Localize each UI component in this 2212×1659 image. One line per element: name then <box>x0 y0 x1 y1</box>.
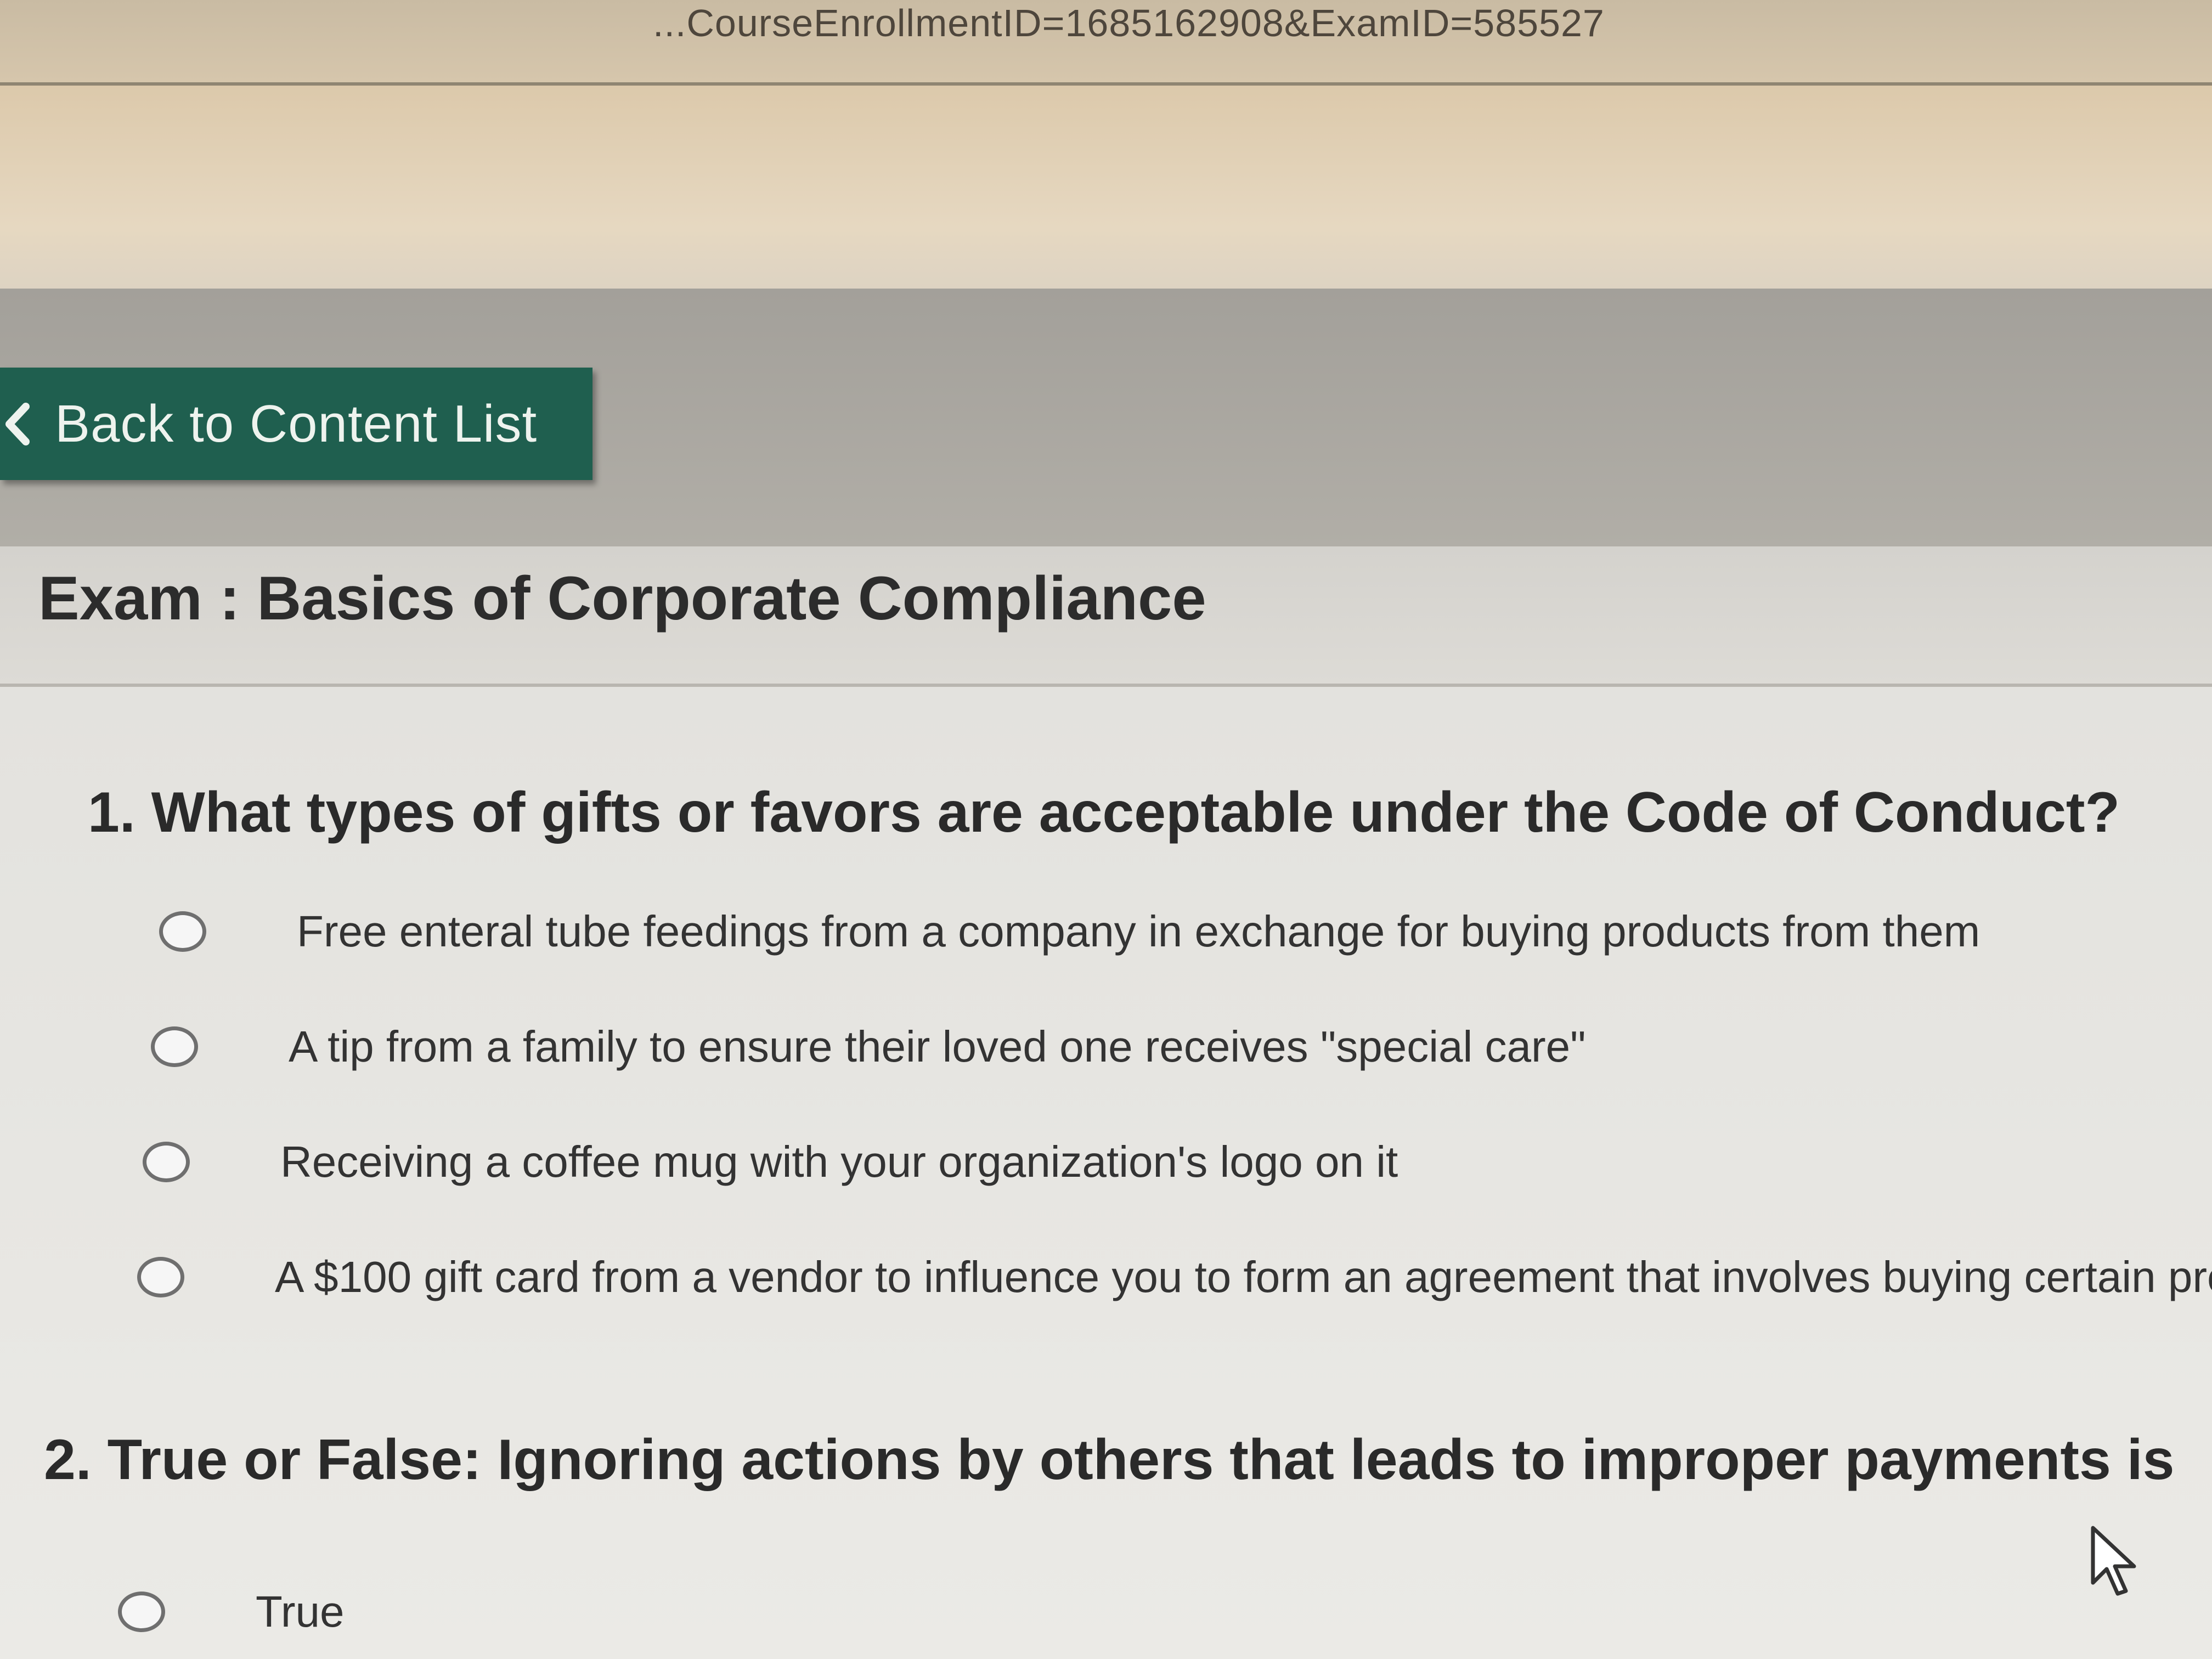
radio-button[interactable] <box>137 1257 184 1297</box>
option-label: Receiving a coffee mug with your organiz… <box>280 1137 1398 1186</box>
question-1-option-4[interactable]: A $100 gift card from a vendor to influe… <box>137 1252 2212 1302</box>
mouse-pointer-icon <box>2091 1526 2136 1596</box>
question-1-option-3[interactable]: Receiving a coffee mug with your organiz… <box>143 1137 1398 1187</box>
question-1-option-2[interactable]: A tip from a family to ensure their love… <box>151 1022 1586 1072</box>
question-2: 2. True or False: Ignoring actions by ot… <box>44 1428 2175 1492</box>
browser-address-bar[interactable]: ...CourseEnrollmentID=1685162908&ExamID=… <box>0 0 2212 86</box>
option-label: Free enteral tube feedings from a compan… <box>297 907 1980 956</box>
exam-content: 1. What types of gifts or favors are acc… <box>0 687 2212 1659</box>
url-text[interactable]: ...CourseEnrollmentID=1685162908&ExamID=… <box>653 1 1605 45</box>
question-2-option-true[interactable]: True <box>118 1587 345 1637</box>
exam-title-bar: Exam : Basics of Corporate Compliance <box>0 546 2212 687</box>
radio-button[interactable] <box>143 1142 190 1182</box>
question-1-option-1[interactable]: Free enteral tube feedings from a compan… <box>159 906 1980 957</box>
back-to-content-list-button[interactable]: Back to Content List <box>0 368 592 480</box>
question-1: 1. What types of gifts or favors are acc… <box>88 781 2120 844</box>
page-top-area <box>0 86 2212 289</box>
chevron-left-icon <box>0 399 33 449</box>
back-button-label: Back to Content List <box>55 394 538 453</box>
option-label: A $100 gift card from a vendor to influe… <box>275 1252 2212 1301</box>
radio-button[interactable] <box>159 911 206 952</box>
radio-button[interactable] <box>151 1026 198 1067</box>
exam-title: Exam : Basics of Corporate Compliance <box>38 564 1206 633</box>
radio-button[interactable] <box>118 1592 165 1632</box>
option-label: A tip from a family to ensure their love… <box>289 1022 1586 1071</box>
option-label: True <box>256 1587 345 1636</box>
